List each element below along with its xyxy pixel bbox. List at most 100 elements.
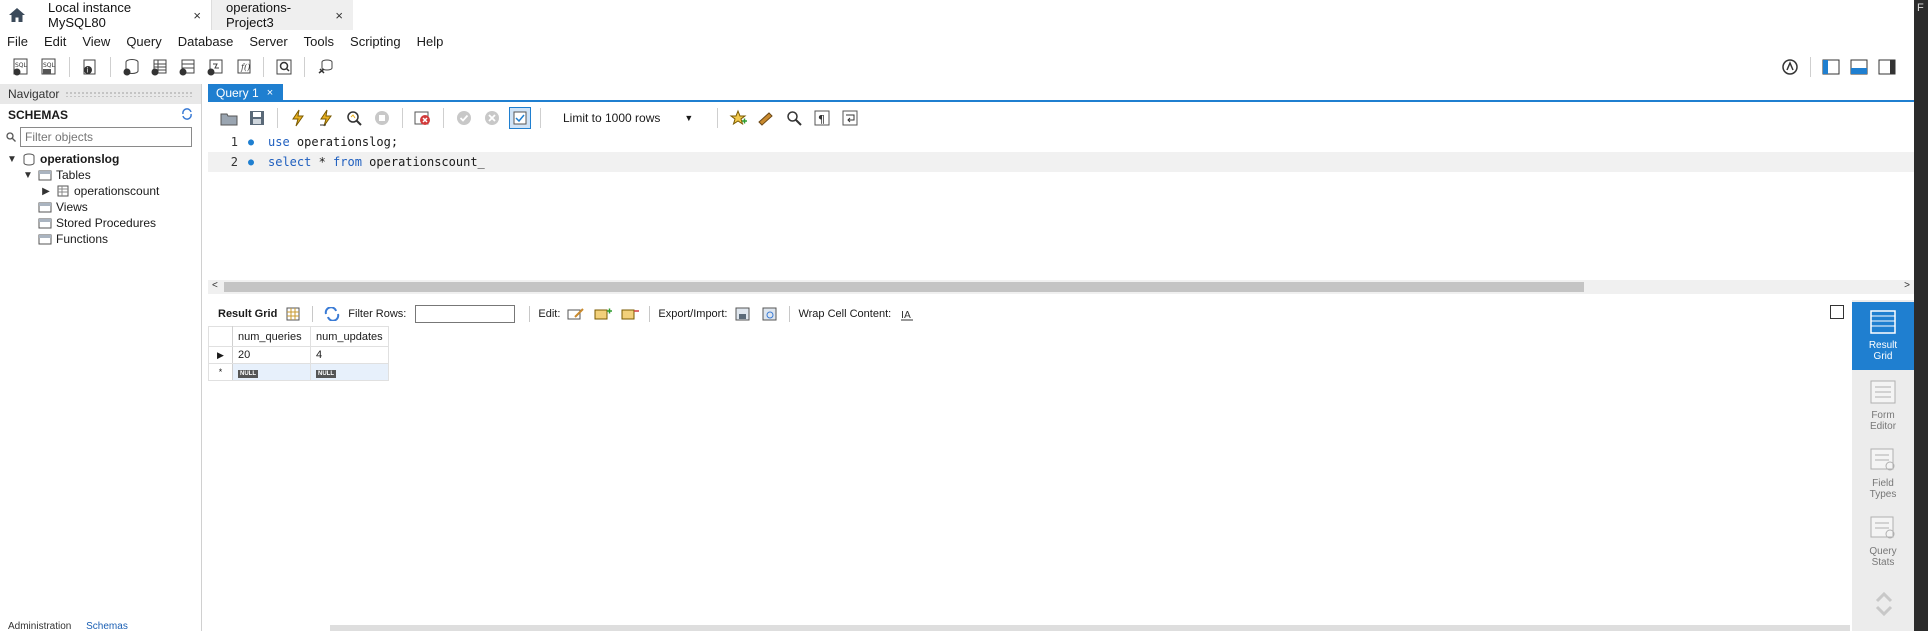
connection-tab-operations-project3[interactable]: operations-Project3 × [211,0,353,30]
add-snippet-icon[interactable] [727,107,749,129]
export-icon[interactable] [732,303,754,325]
find-icon[interactable] [783,107,805,129]
result-grid-icon[interactable] [282,303,304,325]
column-header-num-updates[interactable]: num_updates [310,326,389,347]
open-file-icon[interactable] [218,107,240,129]
menu-file[interactable]: File [0,34,37,49]
tree-node-table[interactable]: ▶ operationscount [0,183,201,199]
scrollbar-thumb[interactable] [224,282,1584,292]
menu-database[interactable]: Database [171,34,243,49]
close-icon[interactable]: × [267,87,273,99]
tree-node-schema[interactable]: ▼ operationslog [0,151,201,167]
explain-icon[interactable] [343,107,365,129]
create-procedure-icon[interactable] [204,56,226,78]
toggle-output-panel-icon[interactable] [1848,56,1870,78]
toggle-continue-on-error-icon[interactable] [412,107,434,129]
drag-handle[interactable] [65,91,193,97]
word-wrap-icon[interactable] [839,107,861,129]
column-header-num-queries[interactable]: num_queries [232,326,311,347]
export-import-label: Export/Import: [658,308,728,320]
expand-arrow-icon[interactable]: ▼ [22,170,34,181]
menu-view[interactable]: View [75,34,119,49]
expand-arrow-icon[interactable]: ▼ [6,154,18,165]
table-cell[interactable]: NULL [232,363,311,381]
side-button-label: Form [1871,410,1895,421]
menu-help[interactable]: Help [410,34,453,49]
execute-statement-icon[interactable] [315,107,337,129]
create-schema-icon[interactable] [120,56,142,78]
table-cell[interactable]: 4 [310,346,389,364]
bottom-scrollbar[interactable] [330,625,1850,631]
autocommit-toggle-icon[interactable] [509,107,531,129]
refresh-results-icon[interactable] [321,303,343,325]
grid-icon [1870,310,1896,337]
table-cell[interactable]: NULL [310,363,389,381]
beautify-icon[interactable] [755,107,777,129]
filter-objects-input[interactable] [20,127,192,147]
tab-query-1[interactable]: Query 1 × [208,84,284,102]
save-icon[interactable] [246,107,268,129]
sql-text: operationscount [361,155,478,169]
tab-administration[interactable]: Administration [8,621,71,631]
menu-scripting[interactable]: Scripting [343,34,410,49]
user-icon[interactable] [1779,56,1801,78]
create-function-icon[interactable]: f() [232,56,254,78]
insert-row-icon[interactable] [592,303,614,325]
chevron-left-icon[interactable]: < [212,280,218,291]
tree-node-views[interactable]: Views [0,199,201,215]
reconnect-icon[interactable] [314,56,336,78]
table-row[interactable]: ▶ 20 4 [208,346,389,364]
result-grid-label[interactable]: Result Grid [218,308,277,320]
search-table-data-icon[interactable] [273,56,295,78]
inspector-icon[interactable]: i [79,56,101,78]
text-cursor: _ [477,155,485,169]
expand-arrow-icon[interactable]: ▶ [40,186,52,197]
import-icon[interactable] [759,303,781,325]
tab-schemas[interactable]: Schemas [86,621,128,631]
side-button-label: Query [1869,546,1897,557]
editor-horizontal-scrollbar[interactable]: < > [208,280,1914,294]
menu-query[interactable]: Query [119,34,170,49]
table-cell[interactable]: 20 [232,346,311,364]
result-grid-button[interactable]: Result Grid [1852,302,1914,370]
open-sql-script-icon[interactable]: SQL [38,56,60,78]
create-table-icon[interactable] [148,56,170,78]
tree-node-stored-procedures[interactable]: Stored Procedures [0,215,201,231]
close-icon[interactable]: × [335,8,343,23]
tree-node-functions[interactable]: Functions [0,231,201,247]
form-editor-button[interactable]: Form Editor [1852,372,1914,440]
toggle-sidebar-icon[interactable] [1820,56,1842,78]
home-icon[interactable] [0,0,34,30]
sql-editor[interactable]: 1 ● use operationslog; 2 ● select * from… [208,132,1914,280]
limit-rows-select[interactable]: Limit to 1000 rows ▼ [556,108,700,128]
field-types-button[interactable]: Field Types [1852,440,1914,508]
chevron-right-icon[interactable]: > [1904,280,1910,291]
menu-edit[interactable]: Edit [37,34,75,49]
connection-tab-local-instance[interactable]: Local instance MySQL80 × [34,0,211,30]
query-stats-button[interactable]: Query Stats [1852,508,1914,576]
code-text: use operationslog; [260,135,398,149]
wrap-cell-icon[interactable]: IA [896,303,918,325]
tree-node-tables[interactable]: ▼ Tables [0,167,201,183]
edit-row-icon[interactable] [565,303,587,325]
new-sql-tab-icon[interactable]: SQL [10,56,32,78]
navigator-bottom-tabs: Administration Schemas [0,621,202,631]
close-icon[interactable]: × [193,8,201,23]
delete-row-icon[interactable] [619,303,641,325]
refresh-icon[interactable] [181,107,193,123]
invisible-characters-icon[interactable]: ¶ [811,107,833,129]
menu-tools[interactable]: Tools [297,34,343,49]
chevron-up-down-icon[interactable] [1874,590,1894,621]
svg-text:SQL: SQL [15,62,28,69]
toggle-result-panel-icon[interactable] [1830,305,1844,319]
rollback-icon[interactable] [481,107,503,129]
toolbar-separator [1810,57,1811,77]
new-row[interactable]: * NULL NULL [208,363,389,381]
menu-server[interactable]: Server [242,34,296,49]
create-view-icon[interactable] [176,56,198,78]
execute-all-icon[interactable] [287,107,309,129]
toggle-secondary-sidebar-icon[interactable] [1876,56,1898,78]
commit-icon[interactable] [453,107,475,129]
filter-rows-input[interactable] [415,305,516,323]
stop-icon[interactable] [371,107,393,129]
